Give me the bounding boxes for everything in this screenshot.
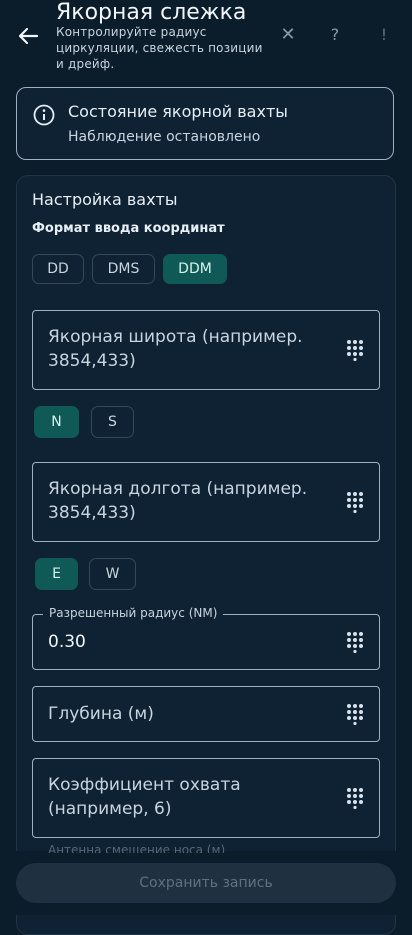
latitude-placeholder: Якорная широта (например. 3854,433) bbox=[48, 327, 303, 371]
depth-field[interactable]: Глубина (м) bbox=[32, 686, 380, 742]
latitude-field[interactable]: Якорная широта (например. 3854,433) bbox=[32, 310, 380, 390]
info-icon bbox=[33, 104, 55, 126]
back-button[interactable] bbox=[14, 22, 42, 50]
alert-button[interactable]: ! bbox=[373, 24, 395, 46]
section-title: Настройка вахты bbox=[32, 190, 178, 209]
page-title: Якорная слежка bbox=[56, 0, 247, 25]
keypad-icon[interactable] bbox=[346, 491, 364, 513]
hemisphere-n-chip[interactable]: N bbox=[34, 406, 79, 438]
close-button[interactable]: ✕ bbox=[277, 24, 299, 46]
footer-bar: Антенна смещение носа (м) Сохранить запи… bbox=[0, 843, 412, 915]
scope-field[interactable]: Коэффициент охвата (например, 6) bbox=[32, 758, 380, 838]
watch-settings-card: Настройка вахты Формат ввода координат D… bbox=[16, 175, 396, 935]
save-button[interactable]: Сохранить запись bbox=[16, 863, 396, 903]
depth-placeholder: Глубина (м) bbox=[48, 704, 154, 724]
app-header: Якорная слежка Контролируйте радиус цирк… bbox=[0, 0, 412, 74]
format-label: Формат ввода координат bbox=[32, 221, 225, 236]
format-dd-chip[interactable]: DD bbox=[32, 254, 84, 284]
close-icon: ✕ bbox=[280, 24, 296, 45]
radius-value: 0.30 bbox=[48, 632, 86, 652]
hemisphere-e-chip[interactable]: E bbox=[35, 558, 78, 590]
question-icon: ? bbox=[330, 25, 340, 44]
longitude-field[interactable]: Якорная долгота (например. 3854,433) bbox=[32, 462, 380, 542]
hemisphere-w-chip[interactable]: W bbox=[89, 558, 136, 590]
next-field-label: Антенна смещение носа (м) bbox=[48, 843, 226, 853]
scope-placeholder: Коэффициент охвата (например, 6) bbox=[48, 775, 241, 819]
status-text: Наблюдение остановлено bbox=[68, 129, 261, 145]
keypad-icon[interactable] bbox=[346, 631, 364, 653]
help-button[interactable]: ? bbox=[324, 24, 346, 46]
format-ddm-chip[interactable]: DDM bbox=[163, 254, 227, 284]
format-dms-chip[interactable]: DMS bbox=[92, 254, 155, 284]
status-title: Состояние якорной вахты bbox=[68, 102, 288, 121]
keypad-icon[interactable] bbox=[346, 703, 364, 725]
hemisphere-s-chip[interactable]: S bbox=[91, 406, 134, 438]
page-subtitle: Контролируйте радиус циркуляции, свежест… bbox=[56, 25, 263, 71]
radius-label: Разрешенный радиус (NM) bbox=[43, 606, 224, 620]
longitude-placeholder: Якорная долгота (например. 3854,433) bbox=[48, 479, 308, 523]
watch-status-card: Состояние якорной вахты Наблюдение остан… bbox=[16, 87, 394, 160]
arrow-left-icon bbox=[18, 27, 39, 45]
exclamation-icon: ! bbox=[380, 25, 388, 44]
keypad-icon[interactable] bbox=[346, 787, 364, 809]
radius-field[interactable]: Разрешенный радиус (NM) 0.30 bbox=[32, 606, 380, 670]
keypad-icon[interactable] bbox=[346, 339, 364, 361]
